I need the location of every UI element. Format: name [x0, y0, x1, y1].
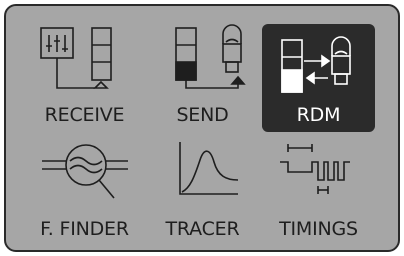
- tile-label-timings: TIMINGS: [279, 218, 358, 240]
- tracer-icon: [179, 142, 239, 195]
- fault-finder-icon: [42, 144, 128, 199]
- menu-tile-tracer[interactable]: TRACER: [146, 136, 259, 244]
- tile-label-receive: RECEIVE: [44, 104, 125, 126]
- tile-label-rdm: RDM: [296, 104, 341, 126]
- send-icon: [175, 24, 246, 89]
- menu-tile-fault-finder[interactable]: F. FINDER: [28, 136, 141, 244]
- timings-icon: [280, 144, 350, 194]
- tile-label-fault-finder: F. FINDER: [40, 218, 129, 240]
- tile-label-send: SEND: [176, 104, 229, 126]
- menu-tile-timings[interactable]: TIMINGS: [262, 136, 375, 244]
- menu-tile-receive[interactable]: RECEIVE: [28, 22, 141, 130]
- rdm-icon: [281, 36, 351, 93]
- menu-tile-send[interactable]: SEND: [146, 22, 259, 130]
- receive-icon: [40, 27, 112, 89]
- menu-tile-rdm[interactable]: RDM: [262, 24, 375, 132]
- tile-label-tracer: TRACER: [165, 218, 240, 240]
- menu-screen: RECEIVE SEND RDM F. FINDER TRACER TIMING…: [4, 4, 400, 252]
